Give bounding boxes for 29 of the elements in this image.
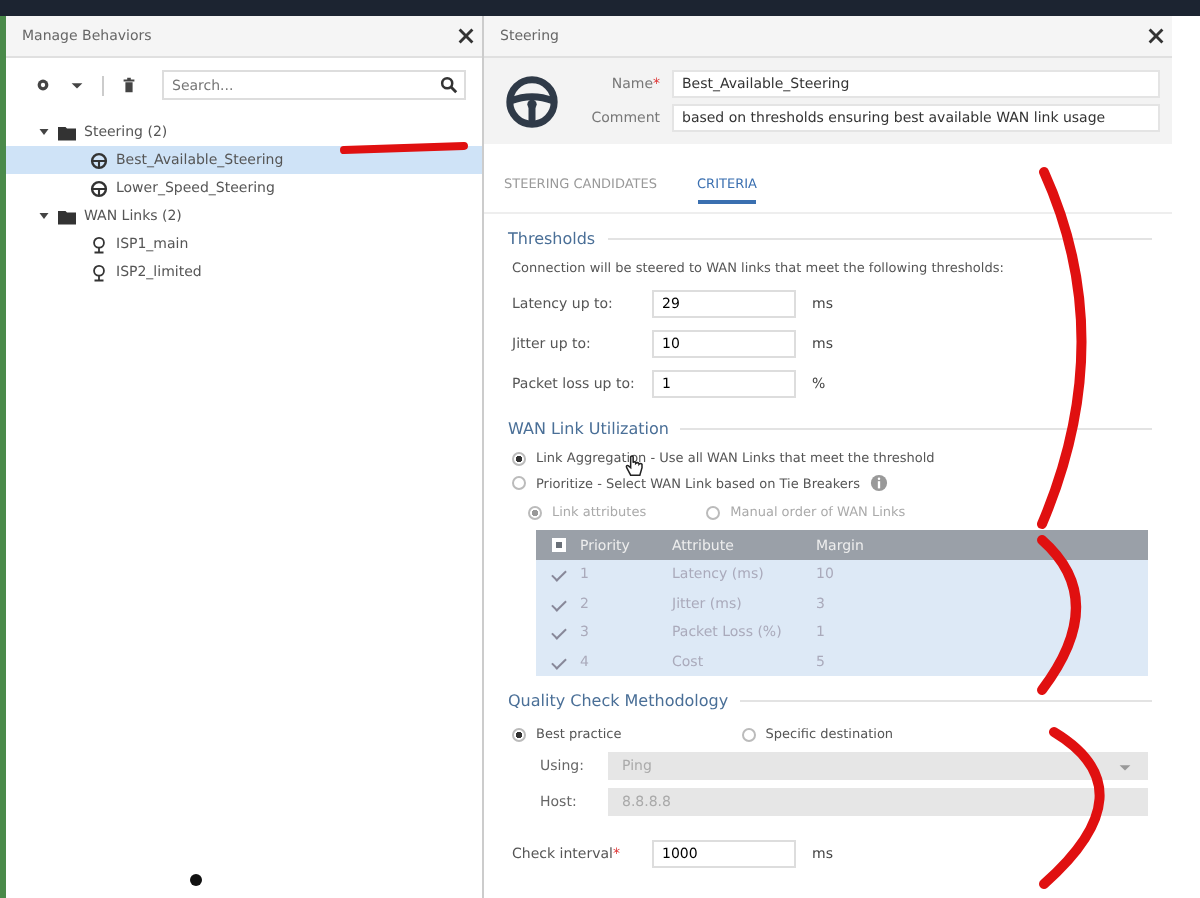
trash-icon[interactable] [120, 76, 138, 94]
gear-icon[interactable] [34, 76, 52, 94]
folder-icon [58, 207, 76, 225]
close-icon[interactable] [1148, 28, 1164, 44]
radio-button[interactable] [741, 727, 756, 741]
radio-button[interactable] [528, 505, 542, 519]
expanded-caret-icon[interactable] [38, 210, 50, 222]
section-heading: Quality Check Methodology [508, 692, 729, 710]
globe-pin-icon [90, 263, 108, 281]
search-icon[interactable] [440, 76, 458, 94]
steering-wheel-icon [504, 73, 560, 129]
info-icon[interactable] [869, 474, 888, 492]
cursor-dot [190, 874, 202, 886]
steering-wheel-icon [90, 179, 108, 197]
check-mark[interactable] [550, 624, 566, 641]
close-icon[interactable] [458, 28, 474, 44]
section-heading: WAN Link Utilization [508, 420, 669, 438]
radio-button[interactable] [512, 727, 526, 741]
globe-pin-icon [90, 235, 108, 253]
radio-button[interactable] [512, 476, 526, 490]
annotation-stroke [340, 142, 468, 154]
section-heading: Thresholds [508, 230, 596, 248]
checkbox[interactable] [551, 538, 565, 552]
expanded-caret-icon[interactable] [38, 126, 50, 138]
check-mark[interactable] [550, 566, 566, 583]
folder-icon [58, 123, 76, 141]
steering-wheel-icon [90, 151, 108, 169]
radio-button[interactable] [706, 505, 721, 519]
radio-button[interactable] [512, 451, 526, 465]
